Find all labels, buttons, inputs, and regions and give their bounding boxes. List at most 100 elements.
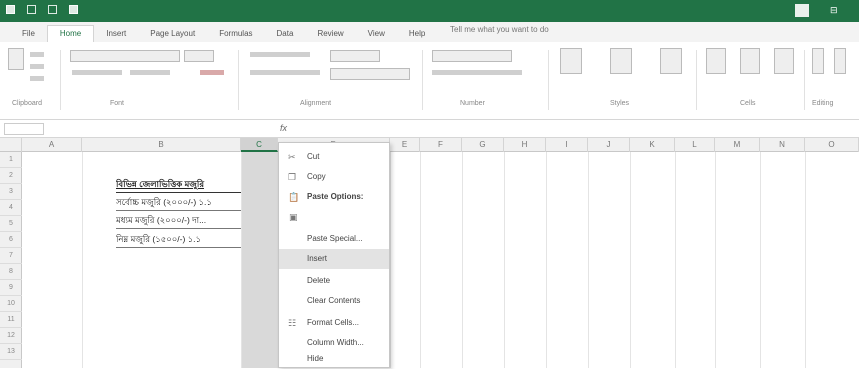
row-header[interactable]: 7 xyxy=(0,248,22,264)
column-header[interactable]: E xyxy=(390,138,420,152)
column-header-selected[interactable]: C xyxy=(241,138,278,152)
ribbon-separator xyxy=(804,50,805,110)
column-header[interactable]: I xyxy=(546,138,588,152)
tab-insert[interactable]: Insert xyxy=(94,29,138,42)
column-header[interactable]: N xyxy=(760,138,805,152)
context-menu: ✂ Cut ❐ Copy 📋 Paste Options: ▣ Paste Sp… xyxy=(278,142,390,368)
column-header[interactable]: O xyxy=(805,138,859,152)
column-header[interactable]: F xyxy=(420,138,462,152)
ribbon-separator xyxy=(696,50,697,110)
autosum-icon[interactable] xyxy=(812,48,824,74)
cut-icon[interactable] xyxy=(30,52,44,57)
menu-item-cut[interactable]: ✂ Cut xyxy=(279,147,389,167)
column-header[interactable]: B xyxy=(82,138,241,152)
ribbon-display-options-icon[interactable]: ⊟ xyxy=(830,5,838,16)
copy-icon[interactable] xyxy=(30,64,44,69)
group-label-clipboard: Clipboard xyxy=(12,100,42,107)
sort-filter-icon[interactable] xyxy=(834,48,846,74)
tab-home[interactable]: Home xyxy=(46,25,95,42)
tab-data[interactable]: Data xyxy=(265,29,306,42)
row-header[interactable]: 12 xyxy=(0,328,22,344)
format-as-table-icon[interactable] xyxy=(610,48,632,74)
column-header[interactable]: H xyxy=(504,138,546,152)
customize-qat-icon[interactable] xyxy=(69,5,78,14)
font-color-icon[interactable] xyxy=(200,70,224,75)
menu-item-label: Insert xyxy=(307,254,328,263)
tell-me-search[interactable]: Tell me what you want to do xyxy=(450,25,549,34)
cell-header-text[interactable]: বিভিন্ন জেলাভিত্তিক মজুরি xyxy=(116,178,241,192)
number-format-dropdown[interactable] xyxy=(432,50,512,62)
column-header[interactable]: M xyxy=(715,138,760,152)
menu-item-insert[interactable]: Insert xyxy=(279,249,389,269)
row-header[interactable]: 3 xyxy=(0,184,22,200)
alignment-top-row[interactable] xyxy=(250,52,310,57)
bold-italic-underline-buttons[interactable] xyxy=(72,70,122,75)
paste-icon[interactable] xyxy=(8,48,24,70)
cell-underline xyxy=(116,192,241,193)
menu-item-label: Column Width... xyxy=(307,338,364,347)
row-header[interactable]: 8 xyxy=(0,264,22,280)
tab-help[interactable]: Help xyxy=(397,29,437,42)
insert-function-icon[interactable]: fx xyxy=(280,123,287,133)
row-header[interactable]: 10 xyxy=(0,296,22,312)
tab-view[interactable]: View xyxy=(356,29,397,42)
menu-item-label: Delete xyxy=(307,276,331,285)
grid-line xyxy=(241,152,242,368)
column-header[interactable]: A xyxy=(22,138,82,152)
wrap-text-button[interactable] xyxy=(330,50,380,62)
alignment-bottom-row[interactable] xyxy=(250,70,320,75)
account-avatar[interactable] xyxy=(795,4,809,17)
border-button[interactable] xyxy=(130,70,170,75)
row-header[interactable]: 2 xyxy=(0,168,22,184)
select-all-corner[interactable] xyxy=(0,138,22,152)
column-header[interactable]: L xyxy=(675,138,715,152)
insert-cells-icon[interactable] xyxy=(706,48,726,74)
tab-file[interactable]: File xyxy=(10,29,47,42)
format-painter-icon[interactable] xyxy=(30,76,44,81)
menu-item-paste-option[interactable]: ▣ xyxy=(279,207,389,227)
row-header[interactable]: 13 xyxy=(0,344,22,360)
font-size-dropdown[interactable] xyxy=(184,50,214,62)
menu-item-copy[interactable]: ❐ Copy xyxy=(279,167,389,187)
row-header[interactable]: 4 xyxy=(0,200,22,216)
column-header[interactable]: K xyxy=(630,138,675,152)
row-header[interactable]: 1 xyxy=(0,152,22,168)
grid-line xyxy=(390,152,391,368)
name-box[interactable] xyxy=(4,123,44,135)
tab-review[interactable]: Review xyxy=(305,29,355,42)
tab-page-layout[interactable]: Page Layout xyxy=(138,29,207,42)
quick-access-toolbar xyxy=(6,5,78,14)
menu-item-clear-contents[interactable]: Clear Contents xyxy=(279,291,389,311)
cell-styles-icon[interactable] xyxy=(660,48,682,74)
delete-cells-icon[interactable] xyxy=(740,48,760,74)
row-header[interactable]: 6 xyxy=(0,232,22,248)
column-headers: A B C D E F G H I J K L M N O xyxy=(0,138,859,152)
grid-line xyxy=(82,152,83,368)
worksheet-grid[interactable]: A B C D E F G H I J K L M N O 1 2 3 4 5 … xyxy=(0,138,859,368)
cell-text[interactable]: মধ্যম মজুরি (২০০০/-) দা... xyxy=(116,214,241,228)
row-header[interactable]: 11 xyxy=(0,312,22,328)
cell-text[interactable]: নিম্ন মজুরি (১৫০০/-) ১.১ xyxy=(116,233,241,247)
number-format-buttons[interactable] xyxy=(432,70,522,75)
menu-item-delete[interactable]: Delete xyxy=(279,271,389,291)
grid-line xyxy=(760,152,761,368)
format-cells-icon[interactable] xyxy=(774,48,794,74)
menu-item-hide[interactable]: Hide xyxy=(279,349,389,369)
menu-item-label: Paste Options: xyxy=(307,192,364,201)
merge-center-button[interactable] xyxy=(330,68,410,80)
conditional-formatting-icon[interactable] xyxy=(560,48,582,74)
paste-option-icon[interactable]: ▣ xyxy=(289,212,298,222)
formula-bar: fx xyxy=(0,120,859,138)
ribbon-separator xyxy=(548,50,549,110)
font-name-dropdown[interactable] xyxy=(70,50,180,62)
column-header[interactable]: J xyxy=(588,138,630,152)
undo-icon[interactable] xyxy=(48,5,57,14)
row-header[interactable]: 5 xyxy=(0,216,22,232)
row-header[interactable]: 9 xyxy=(0,280,22,296)
save-icon[interactable] xyxy=(27,5,36,14)
menu-item-format-cells[interactable]: ☷ Format Cells... xyxy=(279,313,389,333)
cell-text[interactable]: সর্বোচ্চ মজুরি (২০০০/-) ১.১ xyxy=(116,196,241,210)
menu-item-paste-special[interactable]: Paste Special... xyxy=(279,229,389,249)
tab-formulas[interactable]: Formulas xyxy=(207,29,264,42)
column-header[interactable]: G xyxy=(462,138,504,152)
